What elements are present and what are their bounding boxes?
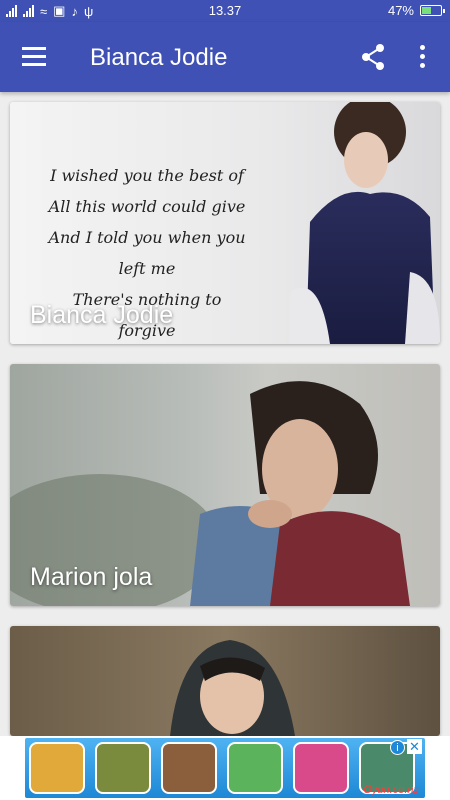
battery-percent: 47% (387, 3, 414, 18)
card-list[interactable]: I wished you the best of All this world … (0, 92, 450, 736)
battery-icon (420, 5, 445, 16)
ad-brand: Oyun.co.nz (363, 784, 419, 796)
menu-icon[interactable] (22, 47, 48, 67)
card-marion-jola[interactable]: Marion jola (10, 364, 440, 606)
game-tile[interactable] (95, 742, 151, 794)
poem-line: All this world could give (48, 197, 246, 216)
card-photo (170, 640, 295, 736)
card-third[interactable] (10, 626, 440, 736)
close-icon[interactable]: ✕ (407, 739, 422, 754)
game-tile[interactable] (227, 742, 283, 794)
game-tile[interactable] (29, 742, 85, 794)
info-icon[interactable]: i (390, 740, 405, 755)
poem-line: I wished you the best of (50, 166, 244, 185)
share-icon[interactable] (358, 42, 388, 72)
status-icons-right: 47% (387, 3, 445, 18)
ad-banner: i ✕ Oyun.co.nz (0, 736, 450, 800)
status-time: 13.37 (208, 3, 242, 18)
game-tile[interactable] (293, 742, 349, 794)
card-caption: Bianca Jodie (30, 301, 174, 329)
poem-line: And I told you when you left me (48, 228, 246, 278)
game-tile[interactable] (161, 742, 217, 794)
page-title: Bianca Jodie (90, 44, 228, 71)
status-bar: ≈ ▣ ♪ ψ 13.37 47% (0, 0, 450, 22)
more-vert-icon[interactable] (414, 42, 430, 72)
card-bianca-jodie[interactable]: I wished you the best of All this world … (10, 102, 440, 344)
card-caption: Marion jola (30, 563, 153, 591)
app-bar: Bianca Jodie (0, 22, 450, 92)
ad-content[interactable]: i ✕ Oyun.co.nz (25, 738, 425, 798)
